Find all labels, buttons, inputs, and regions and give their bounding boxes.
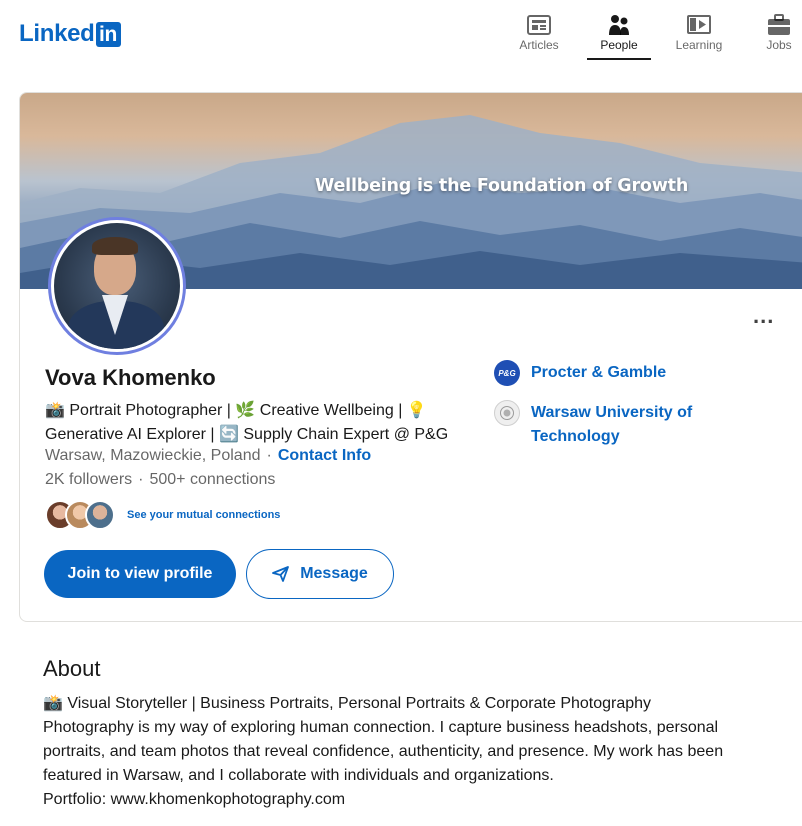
about-line-2: Photography is my way of exploring human…: [43, 719, 719, 736]
followers-count: 2K followers: [45, 471, 133, 488]
org-name-procter-gamble[interactable]: Procter & Gamble: [531, 361, 711, 385]
message-button-label: Message: [300, 565, 368, 582]
profile-card: Wellbeing is the Foundation of Growth ..…: [19, 92, 802, 622]
about-heading: About: [43, 656, 101, 681]
about-text: 📸 Visual Storyteller | Business Portrait…: [43, 692, 783, 812]
org-name-warsaw-university[interactable]: Warsaw University of Technology: [531, 401, 711, 449]
crest-shape: [500, 406, 514, 420]
profile-avatar: [48, 217, 186, 355]
avatar-hair: [92, 237, 138, 255]
org-procter-gamble[interactable]: P&G Procter & Gamble: [494, 360, 711, 386]
nav-learning[interactable]: Learning: [663, 12, 735, 52]
nav-articles-label: Articles: [519, 38, 559, 52]
send-icon: [272, 566, 290, 582]
nav-jobs-label: Jobs: [766, 38, 792, 52]
connections-count: 500+ connections: [149, 471, 276, 488]
profile-name: Vova Khomenko: [45, 365, 216, 390]
people-icon: [609, 15, 629, 35]
about-line-5: Portfolio: www.khomenkophotography.com: [43, 791, 346, 808]
mutual-connections[interactable]: See your mutual connections: [45, 499, 280, 531]
headline-line-2: Generative AI Explorer | 🔄 Supply Chain …: [45, 426, 449, 443]
avatar-photo: [54, 223, 180, 349]
nav-jobs[interactable]: Jobs: [743, 12, 802, 52]
profile-headline: 📸 Portrait Photographer | 🌿 Creative Wel…: [45, 399, 465, 447]
profile-location-row: Warsaw, Mazowieckie, Poland · Contact Info: [45, 447, 372, 464]
jobs-icon: [768, 14, 790, 35]
top-nav: Articles People Learning Jobs: [0, 12, 802, 62]
nav-people-label: People: [600, 38, 638, 52]
join-to-view-profile-button[interactable]: Join to view profile: [44, 550, 236, 598]
message-button[interactable]: Message: [246, 549, 394, 599]
pg-logo-icon: P&G: [494, 360, 520, 386]
nav-articles[interactable]: Articles: [503, 12, 575, 52]
learning-icon: [687, 15, 711, 34]
nav-people[interactable]: People: [583, 12, 655, 60]
university-crest-icon: [494, 400, 520, 426]
mutual-avatar-3: [85, 500, 115, 530]
profile-stats: 2K followers · 500+ connections: [45, 471, 276, 488]
banner-slogan: Wellbeing is the Foundation of Growth: [315, 176, 689, 196]
top-header: Linked in Articles People Learning Jobs: [0, 0, 802, 62]
about-line-3: portraits, and team photos that reveal c…: [43, 743, 724, 760]
about-line-4: featured in Warsaw, and I collaborate wi…: [43, 767, 554, 784]
articles-icon: [527, 15, 551, 35]
mutual-connections-link[interactable]: See your mutual connections: [127, 509, 280, 521]
org-warsaw-university[interactable]: Warsaw University of Technology: [494, 400, 711, 449]
about-line-1: 📸 Visual Storyteller | Business Portrait…: [43, 695, 652, 712]
contact-info-link[interactable]: Contact Info: [278, 447, 371, 464]
nav-learning-label: Learning: [675, 38, 723, 52]
more-options-button[interactable]: ...: [753, 303, 774, 329]
profile-location: Warsaw, Mazowieckie, Poland: [45, 447, 261, 464]
headline-line-1: 📸 Portrait Photographer | 🌿 Creative Wel…: [45, 402, 427, 419]
